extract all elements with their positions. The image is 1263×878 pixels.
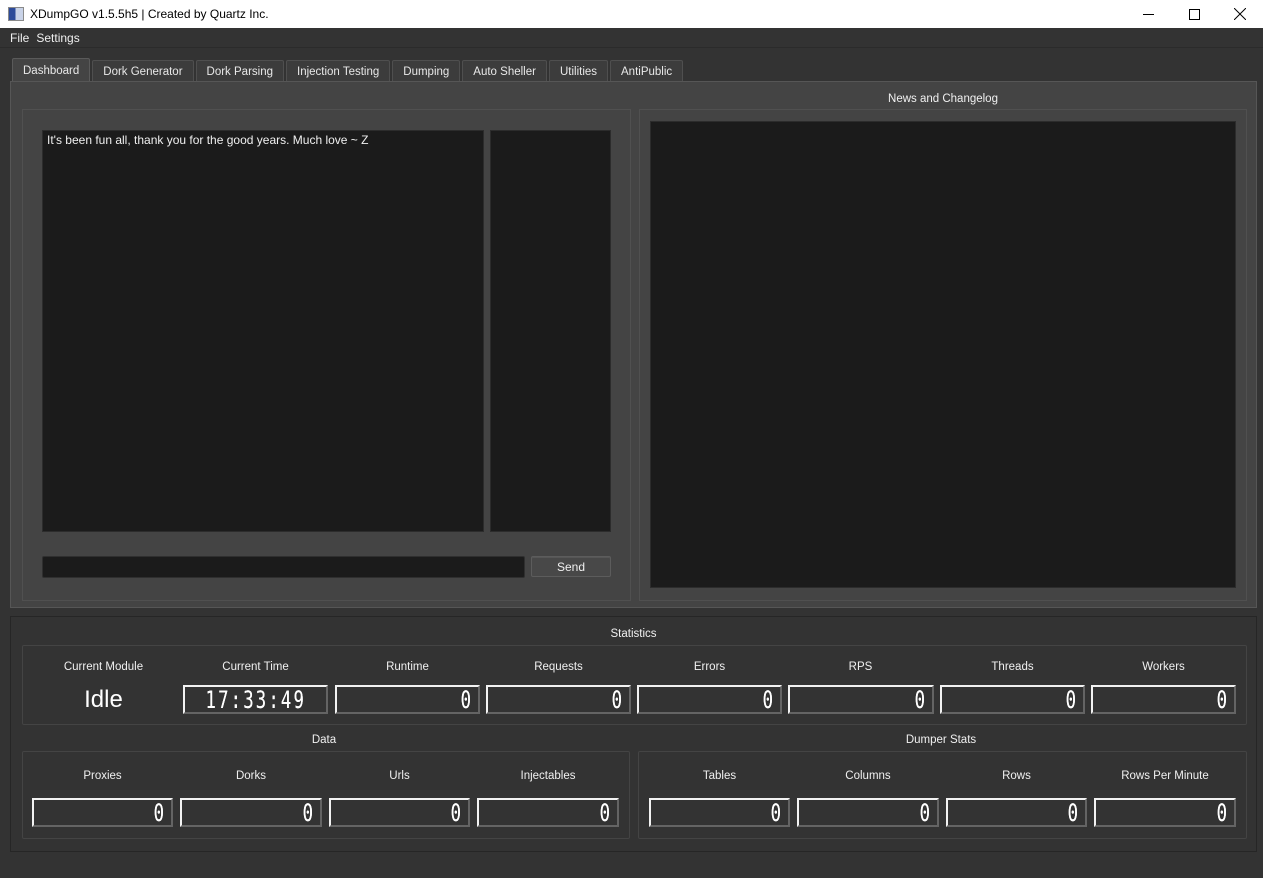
dumper-stats-title: Dumper Stats bbox=[905, 734, 977, 746]
runtime-display: 0 bbox=[335, 685, 480, 714]
menu-bar: File Settings bbox=[0, 28, 1263, 48]
send-button[interactable]: Send bbox=[531, 556, 611, 577]
tab-auto-sheller[interactable]: Auto Sheller bbox=[462, 60, 547, 82]
title-bar: XDumpGO v1.5.5h5 | Created by Quartz Inc… bbox=[0, 0, 1263, 28]
urls-display: 0 bbox=[329, 798, 470, 827]
stat-label: Threads bbox=[991, 661, 1034, 673]
threads-display: 0 bbox=[940, 685, 1085, 714]
minimize-button[interactable] bbox=[1125, 0, 1171, 28]
close-icon bbox=[1234, 8, 1246, 20]
tables-display: 0 bbox=[649, 798, 790, 827]
rps-display: 0 bbox=[788, 685, 934, 714]
stat-label: Errors bbox=[693, 661, 726, 673]
stat-label: Proxies bbox=[83, 770, 122, 782]
stat-label: Workers bbox=[1142, 661, 1185, 673]
tab-utilities[interactable]: Utilities bbox=[548, 60, 609, 82]
dumper-tables: Tables bbox=[649, 770, 790, 784]
lcd-value: 0 bbox=[460, 685, 472, 714]
tab-injection-testing[interactable]: Injection Testing bbox=[286, 60, 391, 82]
stat-current-time: Current Time bbox=[183, 661, 328, 675]
tab-bar: Dashboard Dork Generator Dork Parsing In… bbox=[12, 58, 685, 82]
stat-label: Rows bbox=[1002, 770, 1031, 782]
dumper-rows: Rows bbox=[946, 770, 1087, 784]
minimize-icon bbox=[1142, 13, 1154, 15]
dorks-display: 0 bbox=[180, 798, 322, 827]
stat-label: Tables bbox=[702, 770, 737, 782]
lcd-value: 0 bbox=[1065, 685, 1077, 714]
current-time-display: 17:33:49 bbox=[183, 685, 328, 714]
chat-input[interactable] bbox=[42, 556, 525, 578]
menu-settings[interactable]: Settings bbox=[36, 31, 86, 45]
workers-display: 0 bbox=[1091, 685, 1236, 714]
lcd-value: 17:33:49 bbox=[205, 685, 306, 714]
lcd-value: 0 bbox=[1216, 798, 1228, 827]
data-proxies: Proxies bbox=[32, 770, 173, 784]
errors-display: 0 bbox=[637, 685, 782, 714]
lcd-value: 0 bbox=[770, 798, 782, 827]
lcd-value: 0 bbox=[450, 798, 462, 827]
stat-label: Rows Per Minute bbox=[1121, 770, 1209, 782]
close-button[interactable] bbox=[1217, 0, 1263, 28]
stat-label: Current Time bbox=[222, 661, 289, 673]
injectables-display: 0 bbox=[477, 798, 619, 827]
lcd-value: 0 bbox=[1067, 798, 1079, 827]
dumper-columns: Columns bbox=[797, 770, 939, 784]
chat-log[interactable]: It's been fun all, thank you for the goo… bbox=[42, 130, 484, 532]
requests-display: 0 bbox=[486, 685, 631, 714]
current-module-value: Idle bbox=[84, 686, 123, 713]
tab-dork-parsing[interactable]: Dork Parsing bbox=[195, 60, 284, 82]
lcd-value: 0 bbox=[599, 798, 611, 827]
news-changelog-box[interactable] bbox=[650, 121, 1236, 588]
stat-label: Current Module bbox=[63, 661, 144, 673]
app-icon bbox=[8, 7, 24, 21]
stat-label: Runtime bbox=[386, 661, 429, 673]
lcd-value: 0 bbox=[1216, 685, 1228, 714]
data-urls: Urls bbox=[329, 770, 470, 784]
dashboard-pane: It's been fun all, thank you for the goo… bbox=[10, 81, 1257, 608]
stat-label: Urls bbox=[389, 770, 410, 782]
stat-label: Requests bbox=[534, 661, 583, 673]
columns-display: 0 bbox=[797, 798, 939, 827]
statistics-title: Statistics bbox=[610, 628, 657, 640]
lcd-value: 0 bbox=[914, 685, 926, 714]
stat-runtime: Runtime bbox=[335, 661, 480, 675]
dumper-rows-per-minute: Rows Per Minute bbox=[1094, 770, 1236, 784]
data-injectables: Injectables bbox=[477, 770, 619, 784]
stat-label: RPS bbox=[848, 661, 873, 673]
proxies-display: 0 bbox=[32, 798, 173, 827]
lcd-value: 0 bbox=[153, 798, 165, 827]
stat-threads: Threads bbox=[940, 661, 1085, 675]
menu-file[interactable]: File bbox=[0, 31, 36, 45]
maximize-button[interactable] bbox=[1171, 0, 1217, 28]
tab-dumping[interactable]: Dumping bbox=[392, 60, 461, 82]
tab-antipublic[interactable]: AntiPublic bbox=[610, 60, 684, 82]
chat-message: It's been fun all, thank you for the goo… bbox=[47, 133, 369, 147]
stat-current-module: Current Module bbox=[31, 661, 176, 675]
lcd-value: 0 bbox=[611, 685, 623, 714]
stat-label: Columns bbox=[845, 770, 891, 782]
rows-per-minute-display: 0 bbox=[1094, 798, 1236, 827]
stat-label: Dorks bbox=[235, 770, 267, 782]
window-controls bbox=[1125, 0, 1263, 28]
chat-group: It's been fun all, thank you for the goo… bbox=[22, 109, 631, 601]
stat-label: Injectables bbox=[520, 770, 576, 782]
maximize-icon bbox=[1188, 8, 1200, 20]
tab-dork-generator[interactable]: Dork Generator bbox=[92, 60, 194, 82]
stat-workers: Workers bbox=[1091, 661, 1236, 675]
news-title: News and Changelog bbox=[888, 93, 998, 105]
rows-display: 0 bbox=[946, 798, 1087, 827]
stat-errors: Errors bbox=[637, 661, 782, 675]
data-title: Data bbox=[311, 734, 337, 746]
stat-requests: Requests bbox=[486, 661, 631, 675]
lcd-value: 0 bbox=[302, 798, 314, 827]
window-title: XDumpGO v1.5.5h5 | Created by Quartz Inc… bbox=[30, 7, 269, 21]
chat-user-list[interactable] bbox=[490, 130, 611, 532]
lcd-value: 0 bbox=[919, 798, 931, 827]
stat-rps: RPS bbox=[788, 661, 933, 675]
news-group bbox=[639, 109, 1247, 601]
tab-dashboard[interactable]: Dashboard bbox=[12, 58, 91, 82]
lcd-value: 0 bbox=[762, 685, 774, 714]
data-dorks: Dorks bbox=[180, 770, 322, 784]
